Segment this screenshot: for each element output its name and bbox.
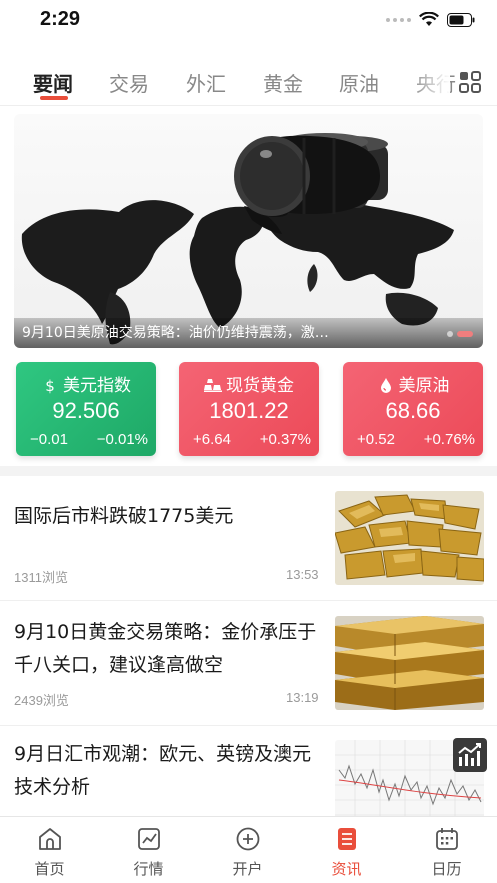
active-tab-indicator bbox=[40, 96, 68, 100]
bottom-tab-bar: 首页 行情 开户 资讯 日历 bbox=[0, 816, 497, 883]
tab-headlines[interactable]: 要闻 bbox=[33, 68, 73, 97]
news-item[interactable]: 国际后市料跌破1775美元 1311浏览 13:53 bbox=[0, 476, 497, 600]
quote-card-title: 美原油 bbox=[343, 371, 483, 396]
news-item[interactable]: 9月10日黄金交易策略：金价承压于千八关口，建议逢高做空 2439浏览 13:1… bbox=[0, 601, 497, 725]
signal-icon bbox=[386, 17, 411, 22]
nav-label: 开户 bbox=[232, 860, 263, 878]
tab-grid-icon[interactable] bbox=[458, 70, 482, 94]
plus-circle-icon bbox=[236, 827, 260, 851]
news-views: 1311浏览 bbox=[14, 570, 68, 585]
quote-card-value: 68.66 bbox=[385, 398, 441, 423]
quote-card-spot-gold[interactable]: 现货黄金 1801.22 +6.64 +0.37% bbox=[179, 362, 319, 456]
tab-trading[interactable]: 交易 bbox=[109, 68, 149, 97]
quote-card-change: −0.01 bbox=[30, 431, 68, 448]
gold-bars-icon bbox=[204, 379, 222, 392]
carousel-dot-active bbox=[457, 331, 473, 337]
banner-caption: 9月10日美原油交易策略：油价仍维持震荡，激… bbox=[22, 325, 329, 341]
tab-fade bbox=[410, 58, 450, 104]
tab-gold[interactable]: 黄金 bbox=[263, 68, 303, 97]
quote-card-change: +0.52 bbox=[357, 431, 395, 448]
market-chart-icon bbox=[138, 828, 160, 850]
carousel-dot bbox=[447, 331, 453, 337]
nav-calendar[interactable]: 日历 bbox=[397, 817, 496, 883]
trend-chart-icon bbox=[458, 743, 481, 766]
gold-nuggets-image bbox=[335, 491, 484, 585]
nav-home[interactable]: 首页 bbox=[0, 817, 99, 883]
banner-carousel[interactable]: 9月10日美原油交易策略：油价仍维持震荡，激… bbox=[14, 114, 483, 348]
news-time: 13:53 bbox=[286, 567, 319, 582]
status-icons bbox=[386, 12, 475, 27]
home-icon bbox=[39, 828, 61, 850]
nav-label: 首页 bbox=[34, 860, 65, 878]
quote-card-dollar-index[interactable]: $ 美元指数 92.506 −0.01 −0.01% bbox=[16, 362, 156, 456]
nav-open-account[interactable]: 开户 bbox=[198, 817, 297, 883]
news-time: 13:19 bbox=[286, 690, 319, 705]
tab-forex[interactable]: 外汇 bbox=[186, 68, 226, 97]
oil-barrel-world-map-image bbox=[21, 133, 454, 345]
dollar-icon: $ bbox=[45, 377, 55, 395]
nav-market[interactable]: 行情 bbox=[99, 817, 198, 883]
news-title: 9月日汇市观潮：欧元、英镑及澳元技术分析 bbox=[14, 743, 312, 798]
quote-card-title: $ 美元指数 bbox=[16, 371, 156, 396]
gold-bars-image bbox=[335, 616, 484, 710]
nav-news[interactable]: 资讯 bbox=[297, 817, 396, 883]
oil-drop-icon bbox=[380, 378, 391, 393]
nav-label: 资讯 bbox=[331, 860, 362, 878]
status-time: 2:29 bbox=[40, 8, 81, 30]
battery-icon bbox=[447, 12, 475, 27]
quote-card-value: 1801.22 bbox=[209, 398, 289, 423]
calendar-icon bbox=[436, 828, 458, 850]
nav-label: 日历 bbox=[431, 860, 462, 878]
quote-card-value: 92.506 bbox=[52, 398, 120, 423]
market-trend-float-button[interactable] bbox=[453, 738, 487, 772]
quote-card-percent: +0.37% bbox=[259, 431, 311, 448]
nav-label: 行情 bbox=[133, 860, 164, 878]
quote-card-us-crude[interactable]: 美原油 68.66 +0.52 +0.76% bbox=[343, 362, 483, 456]
quote-card-percent: −0.01% bbox=[96, 431, 148, 448]
news-item[interactable]: 9月日汇市观潮：欧元、英镑及澳元技术分析 bbox=[0, 726, 497, 834]
news-title: 9月10日黄金交易策略：金价承压于千八关口，建议逢高做空 bbox=[14, 621, 317, 676]
quote-card-title: 现货黄金 bbox=[179, 371, 319, 396]
news-icon bbox=[338, 828, 356, 850]
quote-card-change: +6.64 bbox=[193, 431, 231, 448]
tab-crude-oil[interactable]: 原油 bbox=[339, 68, 379, 97]
carousel-indicator bbox=[447, 331, 473, 337]
section-separator bbox=[0, 466, 497, 476]
news-views: 2439浏览 bbox=[14, 693, 69, 708]
news-title: 国际后市料跌破1775美元 bbox=[14, 505, 234, 527]
status-bar: 2:29 bbox=[0, 0, 497, 44]
wifi-icon bbox=[419, 12, 439, 26]
quote-card-percent: +0.76% bbox=[423, 431, 475, 448]
